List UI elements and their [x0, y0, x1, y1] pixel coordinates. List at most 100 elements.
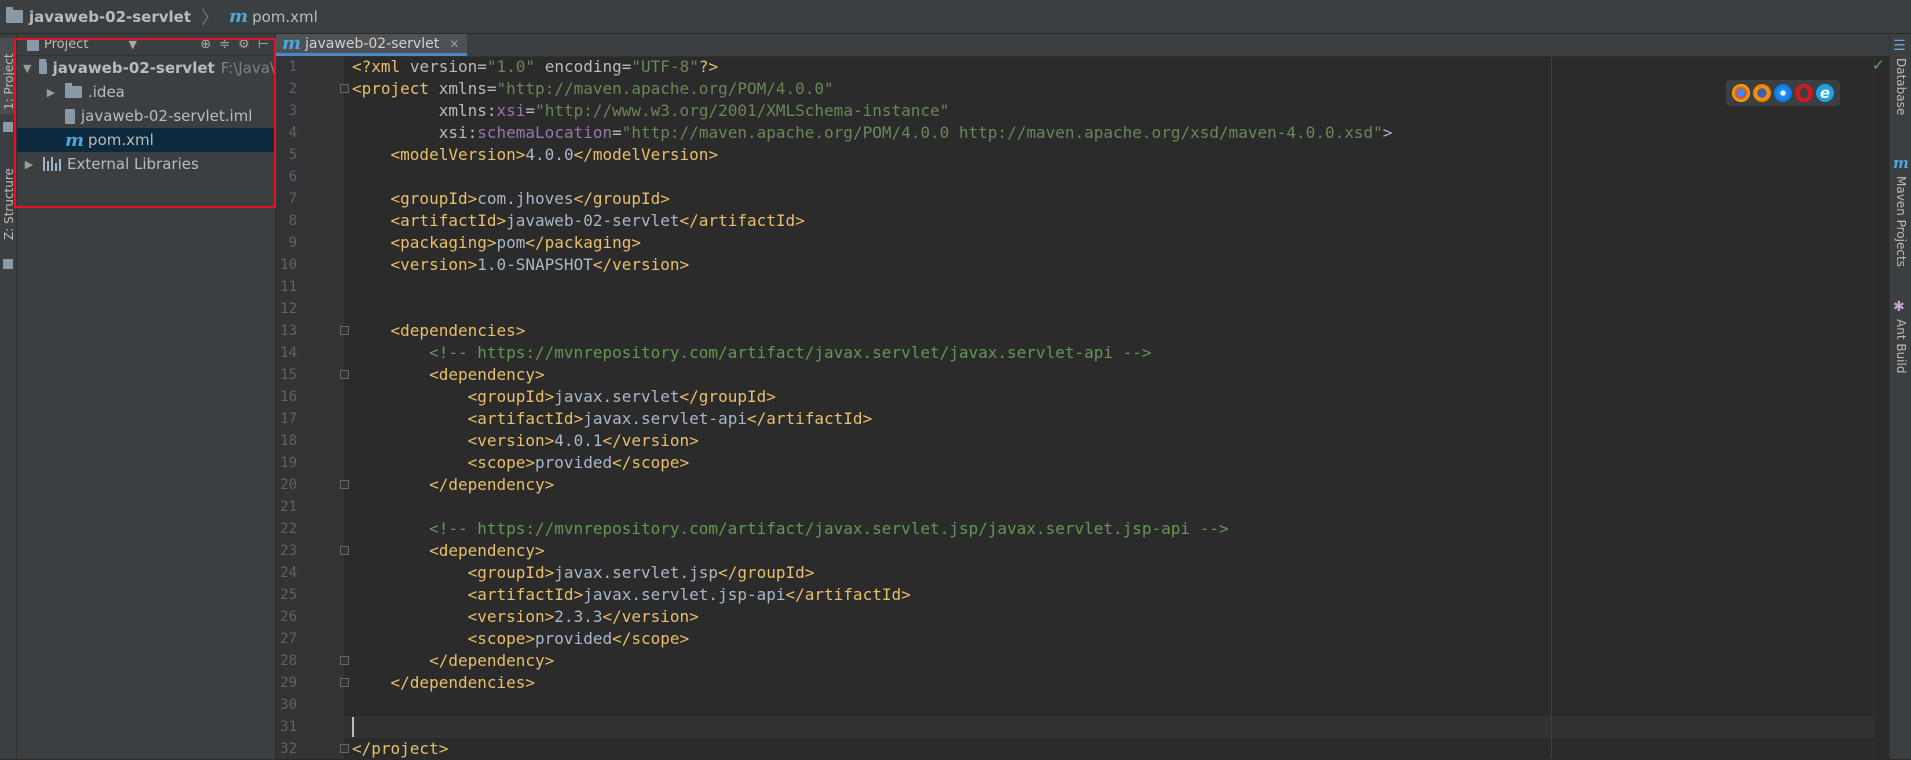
code-line: <!-- https://mvnrepository.com/artifact/…	[352, 343, 1152, 362]
line-number: 8	[288, 213, 297, 229]
breadcrumb-file-label: pom.xml	[252, 7, 318, 26]
code-line: </dependencies>	[390, 673, 536, 692]
ie-icon[interactable]: e	[1816, 84, 1834, 102]
tab-structure[interactable]: Z: Structure	[0, 154, 16, 244]
line-number: 20	[280, 477, 297, 493]
project-view-selector[interactable]: Project	[44, 37, 88, 52]
hide-panel-icon[interactable]: ⊢	[258, 37, 269, 52]
code-line: <groupId>javax.servlet</groupId>	[467, 387, 776, 406]
line-number: 17	[280, 411, 297, 427]
line-number: 32	[280, 741, 297, 757]
line-number: 2	[288, 81, 297, 97]
code-line: </dependency>	[429, 651, 555, 670]
line-number: 21	[280, 499, 297, 515]
editor-tab-bar: m javaweb-02-servlet ✕	[276, 33, 1889, 57]
line-number: 7	[288, 191, 297, 207]
fold-marker-icon[interactable]	[340, 656, 349, 665]
code-line: <dependency>	[429, 541, 545, 560]
code-line: <artifactId>javaweb-02-servlet</artifact…	[390, 211, 805, 230]
inspection-ok-icon: ✓	[1872, 56, 1885, 74]
code-line: <version>4.0.1</version>	[467, 431, 699, 450]
line-number: 29	[280, 675, 297, 691]
tree-item-path-hint: F:\Java\	[220, 59, 275, 77]
code-line: <modelVersion>4.0.0</modelVersion>	[390, 145, 719, 164]
editor-tab-pom[interactable]: m javaweb-02-servlet ✕	[276, 33, 468, 56]
breadcrumb-file[interactable]: m pom.xml	[229, 6, 318, 27]
line-number: 6	[288, 169, 297, 185]
browser-preview-bar: e	[1726, 80, 1840, 106]
code-line: <!-- https://mvnrepository.com/artifact/…	[352, 519, 1229, 538]
code-line: xsi:schemaLocation="http://maven.apache.…	[438, 123, 1393, 142]
line-number: 31	[280, 719, 297, 735]
line-number: 30	[280, 697, 297, 713]
fold-marker-icon[interactable]	[340, 678, 349, 687]
tree-item-iml-file[interactable]: javaweb-02-servlet.iml	[17, 104, 275, 128]
line-number: 26	[280, 609, 297, 625]
fold-marker-icon[interactable]	[340, 84, 349, 93]
line-number: 28	[280, 653, 297, 669]
fold-marker-icon[interactable]	[340, 744, 349, 753]
database-icon: ☰	[1893, 38, 1906, 54]
locate-file-icon[interactable]: ⊕	[200, 37, 211, 52]
close-icon[interactable]: ✕	[449, 37, 459, 51]
tree-item-external-libraries[interactable]: ▶ External Libraries	[17, 152, 275, 176]
code-line: <artifactId>javax.servlet.jsp-api</artif…	[467, 585, 911, 604]
line-number: 14	[280, 345, 297, 361]
line-number: 25	[280, 587, 297, 603]
project-view-icon	[27, 38, 39, 51]
editor-scroll-stripe[interactable]	[1874, 56, 1890, 759]
code-line: </project>	[352, 739, 449, 758]
tab-project-label: 1: Project	[2, 53, 16, 110]
line-number: 11	[280, 279, 297, 295]
line-number: 1	[288, 59, 297, 75]
project-tree: ▼ javaweb-02-servlet F:\Java\ ▶ .idea ja…	[17, 56, 275, 176]
project-tool-icon	[3, 122, 13, 132]
right-tool-stripe: ☰ Database m Maven Projects ✱ Ant Build	[1889, 34, 1911, 759]
expanded-arrow-icon[interactable]: ▼	[23, 62, 31, 75]
collapsed-arrow-icon[interactable]: ▶	[23, 158, 35, 171]
tree-item-idea-folder[interactable]: ▶ .idea	[17, 80, 275, 104]
code-line: <scope>provided</scope>	[467, 629, 690, 648]
iml-file-icon	[65, 108, 75, 124]
code-line: <?xml version="1.0" encoding="UTF-8"?>	[352, 57, 719, 76]
line-number: 10	[280, 257, 297, 273]
line-number: 22	[280, 521, 297, 537]
tree-item-label: pom.xml	[88, 131, 154, 149]
line-number: 3	[288, 103, 297, 119]
line-number: 12	[280, 301, 297, 317]
breadcrumb-project[interactable]: javaweb-02-servlet	[0, 7, 191, 26]
chevron-down-icon[interactable]: ▼	[128, 38, 136, 51]
line-number: 18	[280, 433, 297, 449]
code-line: <groupId>com.jhoves</groupId>	[390, 189, 670, 208]
settings-gear-icon[interactable]: ⚙	[238, 37, 250, 52]
collapse-all-icon[interactable]: ≑	[219, 37, 230, 52]
tree-item-pom-file[interactable]: m pom.xml	[17, 128, 275, 152]
tree-item-module-root[interactable]: ▼ javaweb-02-servlet F:\Java\	[17, 56, 275, 80]
fold-marker-icon[interactable]	[340, 370, 349, 379]
code-editor[interactable]: <?xml version="1.0" encoding="UTF-8"?> <p…	[352, 56, 1874, 759]
editor-gutter: 1 2 3 4 5 6 7 8 9 10 11 12 13 14 15 16 17 18 19 20 21 22 23 24 2…	[276, 56, 349, 759]
collapsed-arrow-icon[interactable]: ▶	[45, 86, 57, 99]
tab-ant-label: Ant Build	[1894, 319, 1908, 374]
fold-marker-icon[interactable]	[340, 546, 349, 555]
line-number: 16	[280, 389, 297, 405]
left-tool-stripe: 1: Project Z: Structure	[0, 34, 17, 759]
line-number: 5	[288, 147, 297, 163]
fold-marker-icon[interactable]	[340, 480, 349, 489]
fold-marker-icon[interactable]	[340, 326, 349, 335]
maven-icon: m	[282, 33, 302, 54]
safari-icon[interactable]	[1774, 84, 1792, 102]
editor-tab-label: javaweb-02-servlet	[305, 35, 440, 52]
tab-project[interactable]: 1: Project	[0, 38, 16, 114]
right-margin-guide	[1551, 56, 1552, 759]
code-line: <dependency>	[429, 365, 545, 384]
code-line: <artifactId>javax.servlet-api</artifactI…	[467, 409, 873, 428]
opera-icon[interactable]	[1795, 84, 1813, 102]
line-number: 27	[280, 631, 297, 647]
maven-icon: m	[1893, 154, 1909, 172]
maven-icon: m	[65, 129, 85, 151]
firefox-icon[interactable]	[1753, 84, 1771, 102]
line-number: 15	[280, 367, 297, 383]
text-caret	[352, 717, 354, 737]
chrome-icon[interactable]	[1732, 84, 1750, 102]
